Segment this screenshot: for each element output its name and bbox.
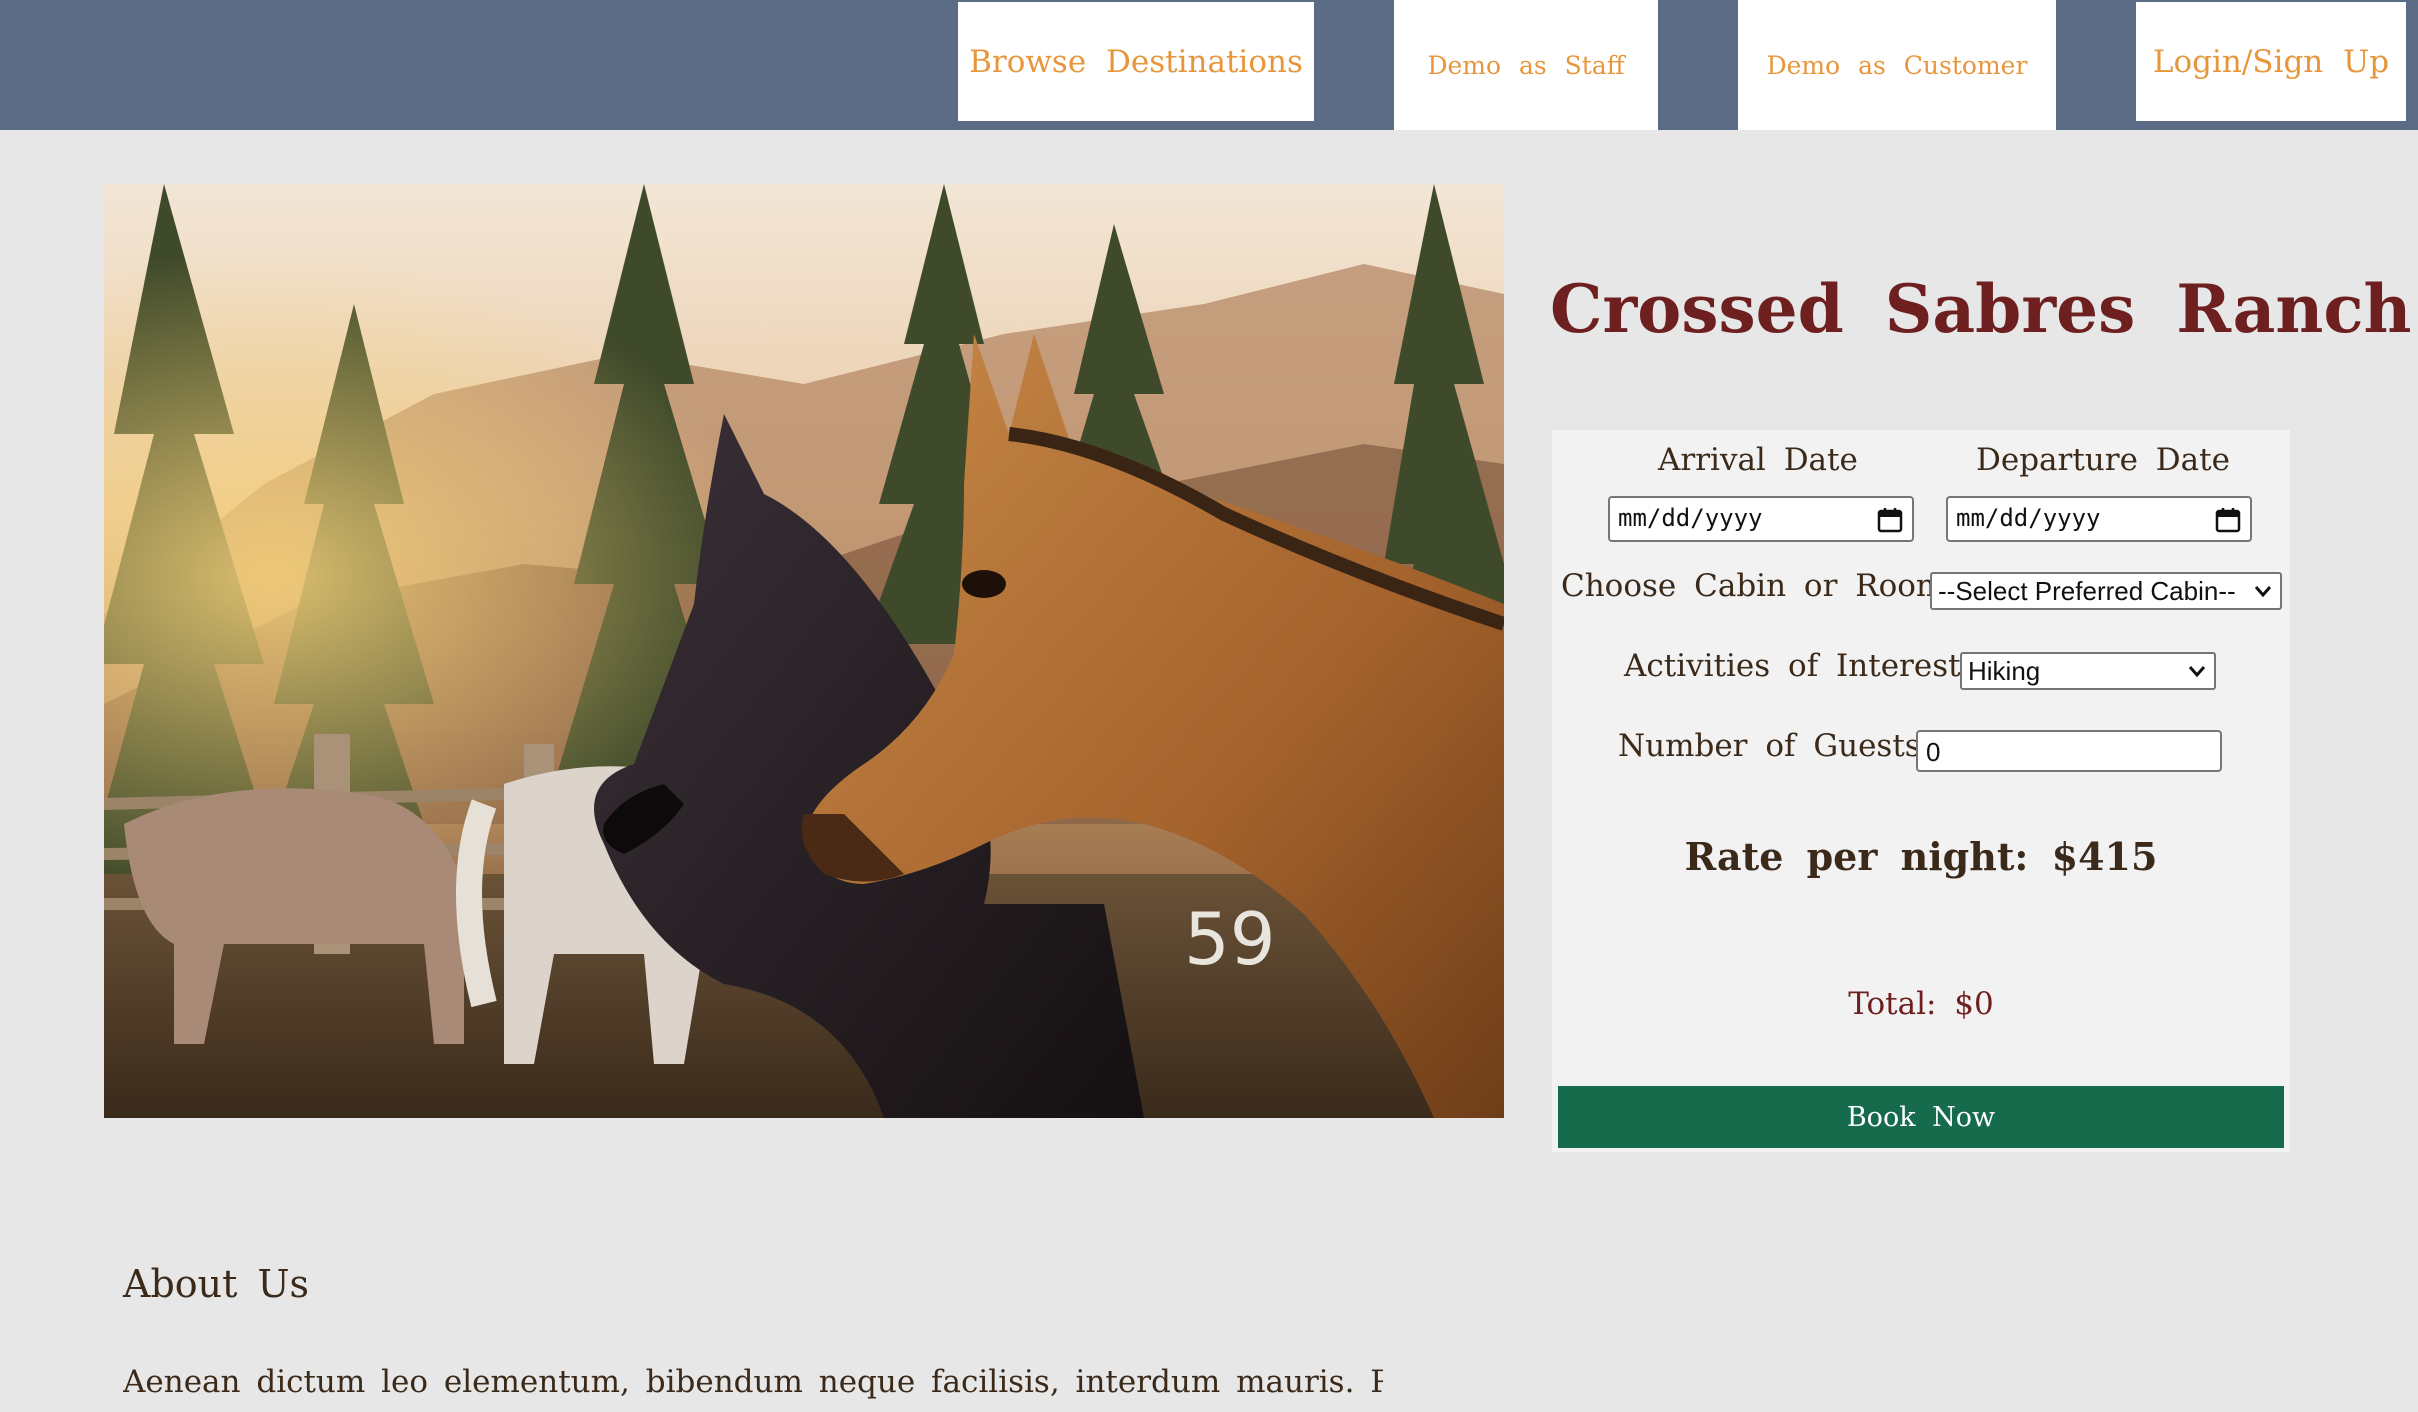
departure-date-value: mm/dd/yyyy bbox=[1956, 504, 2101, 532]
chevron-down-icon bbox=[2254, 586, 2272, 598]
activities-label: Activities of Interest: bbox=[1624, 648, 1972, 684]
about-us-text: Aenean dictum leo elementum, bibendum ne… bbox=[123, 1364, 1383, 1400]
cabin-selected-value: --Select Preferred Cabin-- bbox=[1938, 576, 2236, 606]
departure-date-label: Departure Date bbox=[1976, 442, 2230, 478]
rate-per-night: Rate per night: $415 bbox=[1684, 834, 2158, 879]
cabin-select[interactable]: --Select Preferred Cabin-- bbox=[1930, 572, 2282, 610]
top-nav-bar: Browse Destinations Demo as Staff Demo a… bbox=[0, 0, 2418, 130]
ranch-hero-image: 59 bbox=[104, 184, 1504, 1118]
activity-selected-value: Hiking bbox=[1968, 656, 2041, 686]
booking-form: Arrival Date Departure Date mm/dd/yyyy m… bbox=[1552, 430, 2290, 1152]
guests-value: 0 bbox=[1926, 737, 1941, 767]
departure-date-input[interactable]: mm/dd/yyyy bbox=[1946, 496, 2252, 542]
calendar-icon[interactable] bbox=[1876, 506, 1904, 534]
calendar-icon[interactable] bbox=[2214, 506, 2242, 534]
ranch-title: Crossed Sabres Ranch bbox=[1550, 270, 2412, 348]
arrival-date-value: mm/dd/yyyy bbox=[1618, 504, 1763, 532]
guests-label: Number of Guests: bbox=[1618, 728, 1932, 764]
book-now-button[interactable]: Book Now bbox=[1558, 1086, 2284, 1148]
demo-as-customer-button[interactable]: Demo as Customer bbox=[1738, 0, 2056, 130]
browse-destinations-button[interactable]: Browse Destinations bbox=[958, 2, 1314, 121]
login-signup-button[interactable]: Login/Sign Up bbox=[2136, 2, 2406, 121]
horses-photo-icon: 59 bbox=[104, 184, 1504, 1118]
cabin-label: Choose Cabin or Room: bbox=[1561, 568, 1956, 604]
flank-number: 59 bbox=[1184, 897, 1276, 981]
chevron-down-icon bbox=[2188, 666, 2206, 678]
guests-input[interactable]: 0 bbox=[1916, 730, 2222, 772]
about-us-heading: About Us bbox=[123, 1262, 309, 1306]
demo-as-staff-button[interactable]: Demo as Staff bbox=[1394, 0, 1658, 130]
total-price: Total: $0 bbox=[1848, 986, 1994, 1022]
arrival-date-input[interactable]: mm/dd/yyyy bbox=[1608, 496, 1914, 542]
activities-select[interactable]: Hiking bbox=[1960, 652, 2216, 690]
arrival-date-label: Arrival Date bbox=[1658, 442, 1858, 478]
